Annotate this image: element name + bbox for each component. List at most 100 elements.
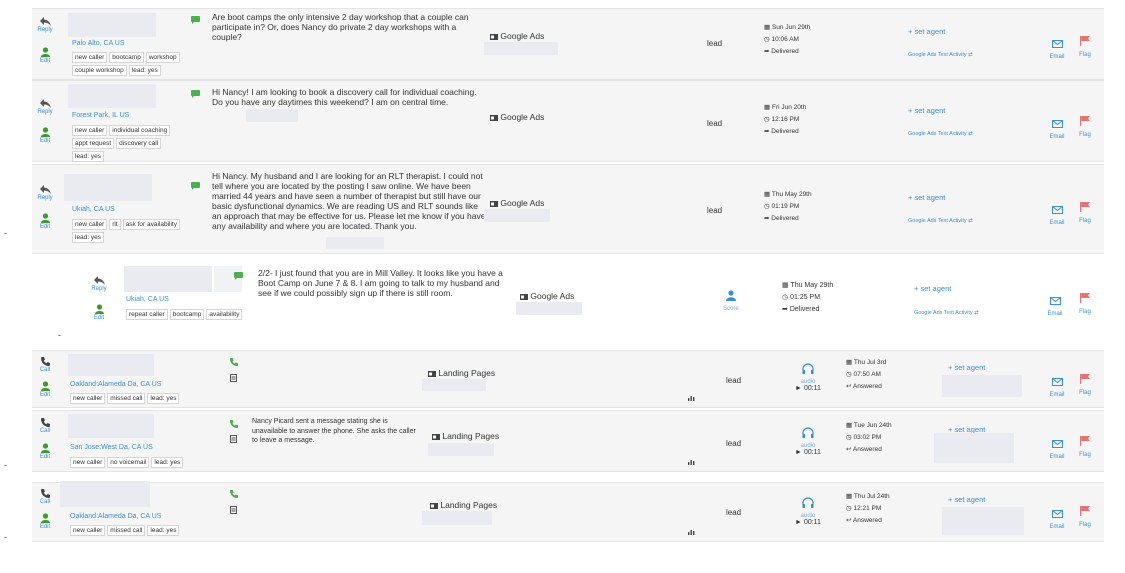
set-agent-link[interactable]: + set agent bbox=[908, 193, 945, 202]
redacted-caller-name bbox=[124, 266, 212, 292]
flag-button[interactable]: Flag bbox=[1074, 113, 1096, 138]
lead-label: lead bbox=[726, 376, 742, 385]
redacted-caller-name bbox=[68, 84, 156, 108]
lead-label: lead bbox=[726, 508, 742, 517]
tag[interactable]: new caller bbox=[72, 125, 108, 136]
reply-button[interactable]: Reply bbox=[34, 17, 56, 33]
reply-icon bbox=[39, 99, 51, 108]
message-text: 2/2- I just found that you are in Mill V… bbox=[258, 268, 503, 298]
share-icon: ➦ bbox=[782, 306, 788, 313]
email-button[interactable]: Email bbox=[1046, 115, 1068, 140]
email-button[interactable]: Email bbox=[1044, 292, 1066, 317]
edit-button[interactable]: Edit bbox=[34, 513, 56, 530]
caller-location[interactable]: Oakland:Alameda Da, CA US bbox=[70, 513, 161, 520]
email-button[interactable]: Email bbox=[1046, 35, 1068, 60]
reply-button[interactable]: Reply bbox=[34, 99, 56, 115]
audio-player[interactable]: audio ► 00:11 bbox=[795, 425, 821, 456]
tag[interactable]: individual coaching bbox=[109, 125, 171, 136]
tag[interactable]: lead: yes bbox=[147, 393, 180, 404]
lead-label: lead bbox=[726, 439, 742, 448]
email-icon bbox=[1051, 206, 1063, 214]
flag-icon bbox=[1080, 202, 1090, 212]
flag-button[interactable]: Flag bbox=[1074, 33, 1096, 58]
edit-button[interactable]: Edit bbox=[34, 47, 56, 64]
activity-link[interactable]: Google Ads Text Activity ⇄ bbox=[914, 310, 979, 316]
redacted-agent bbox=[942, 507, 1024, 535]
flag-button[interactable]: Flag bbox=[1074, 290, 1096, 315]
edit-button[interactable]: Edit bbox=[34, 443, 56, 460]
redacted-caller-name bbox=[60, 481, 150, 507]
tag[interactable]: new caller bbox=[72, 219, 108, 230]
edit-button[interactable]: Edit bbox=[88, 304, 110, 321]
volume-icon: ► bbox=[795, 449, 802, 456]
tag[interactable]: missed call bbox=[107, 393, 146, 404]
tag[interactable]: availability bbox=[206, 309, 243, 320]
edit-button[interactable]: Edit bbox=[34, 381, 56, 398]
flag-button[interactable]: Flag bbox=[1074, 433, 1096, 458]
tag[interactable]: rlt bbox=[109, 219, 121, 230]
source-label: Landing Pages bbox=[432, 431, 499, 441]
flag-icon bbox=[1080, 36, 1090, 46]
datetime-block: ▦ Thu Jul 3rd ◷ 07:50 AM ↩ Answered bbox=[846, 359, 887, 390]
tag[interactable]: missed call bbox=[107, 525, 146, 536]
shuffle-icon: ⇄ bbox=[968, 52, 973, 58]
table-row: Reply Edit Ukiah, CA US repeat caller boo… bbox=[60, 264, 1104, 340]
tag[interactable]: discovery call bbox=[116, 138, 162, 149]
tag[interactable]: workshop bbox=[145, 52, 180, 63]
phone-icon bbox=[230, 490, 238, 498]
tag[interactable]: new caller bbox=[72, 52, 108, 63]
caller-location[interactable]: Ukiah, CA US bbox=[126, 296, 169, 303]
flag-button[interactable]: Flag bbox=[1074, 199, 1096, 224]
tag[interactable]: new caller bbox=[70, 393, 106, 404]
tag[interactable]: new caller bbox=[70, 457, 106, 468]
audio-player[interactable]: audio ► 00:11 bbox=[795, 361, 821, 392]
edit-button[interactable]: Edit bbox=[34, 213, 56, 230]
caller-location[interactable]: Forest Park, IL US bbox=[72, 112, 129, 119]
caller-location[interactable]: Palo Alto, CA US bbox=[72, 40, 125, 47]
tag[interactable]: lead: yes bbox=[151, 457, 184, 468]
set-agent-link[interactable]: + set agent bbox=[908, 106, 945, 115]
email-button[interactable]: Email bbox=[1046, 201, 1068, 226]
call-button[interactable]: Call bbox=[34, 357, 56, 373]
call-button[interactable]: Call bbox=[34, 489, 56, 505]
edit-button[interactable]: Edit bbox=[34, 127, 56, 144]
reply-icon bbox=[39, 185, 51, 194]
email-button[interactable]: Email bbox=[1046, 505, 1068, 530]
tag[interactable]: lead: yes bbox=[72, 151, 105, 162]
tag[interactable]: repeat caller bbox=[126, 309, 168, 320]
email-button[interactable]: Email bbox=[1046, 435, 1068, 460]
set-agent-link[interactable]: + set agent bbox=[914, 284, 951, 293]
activity-link[interactable]: Google Ads Text Activity ⇄ bbox=[908, 52, 973, 58]
tag[interactable]: appt request bbox=[72, 138, 115, 149]
datetime-block: ▦ Sun Jun 29th ◷ 10:06 AM ➦ Delivered bbox=[764, 24, 811, 55]
email-icon bbox=[1049, 297, 1061, 305]
tag[interactable]: new caller bbox=[70, 525, 106, 536]
caller-location[interactable]: San Jose:West Da, CA US bbox=[70, 444, 153, 451]
flag-button[interactable]: Flag bbox=[1074, 371, 1096, 396]
score-button[interactable]: Score bbox=[723, 288, 739, 312]
activity-link[interactable]: Google Ads Text Activity ⇄ bbox=[908, 131, 973, 137]
reply-button[interactable]: Reply bbox=[88, 276, 110, 292]
person-icon bbox=[40, 513, 50, 523]
set-agent-link[interactable]: + set agent bbox=[908, 27, 945, 36]
caller-location[interactable]: Oakland:Alameda Da, CA US bbox=[70, 381, 161, 388]
tag[interactable]: ask for availability bbox=[122, 219, 180, 230]
set-agent-link[interactable]: + set agent bbox=[948, 495, 985, 504]
activity-link[interactable]: Google Ads Text Activity ⇄ bbox=[908, 218, 973, 224]
redacted-caller-name bbox=[68, 13, 156, 37]
tag[interactable]: bootcamp bbox=[169, 309, 205, 320]
email-button[interactable]: Email bbox=[1046, 373, 1068, 398]
caller-location[interactable]: Ukiah, CA US bbox=[72, 206, 115, 213]
audio-player[interactable]: audio ► 00:11 bbox=[795, 495, 821, 526]
tag[interactable]: bootcamp bbox=[109, 52, 144, 63]
reply-button[interactable]: Reply bbox=[34, 185, 56, 201]
tag[interactable]: couple workshop bbox=[72, 65, 127, 76]
tag[interactable]: lead: yes bbox=[128, 65, 161, 76]
set-agent-link[interactable]: + set agent bbox=[948, 363, 985, 372]
call-button[interactable]: Call bbox=[34, 418, 56, 434]
tag[interactable]: no voicemail bbox=[107, 457, 150, 468]
tag[interactable]: lead: yes bbox=[147, 525, 180, 536]
tag[interactable]: lead: yes bbox=[72, 232, 105, 243]
flag-button[interactable]: Flag bbox=[1074, 503, 1096, 528]
table-row: Reply Edit Forest Park, IL US new caller… bbox=[32, 80, 1104, 162]
